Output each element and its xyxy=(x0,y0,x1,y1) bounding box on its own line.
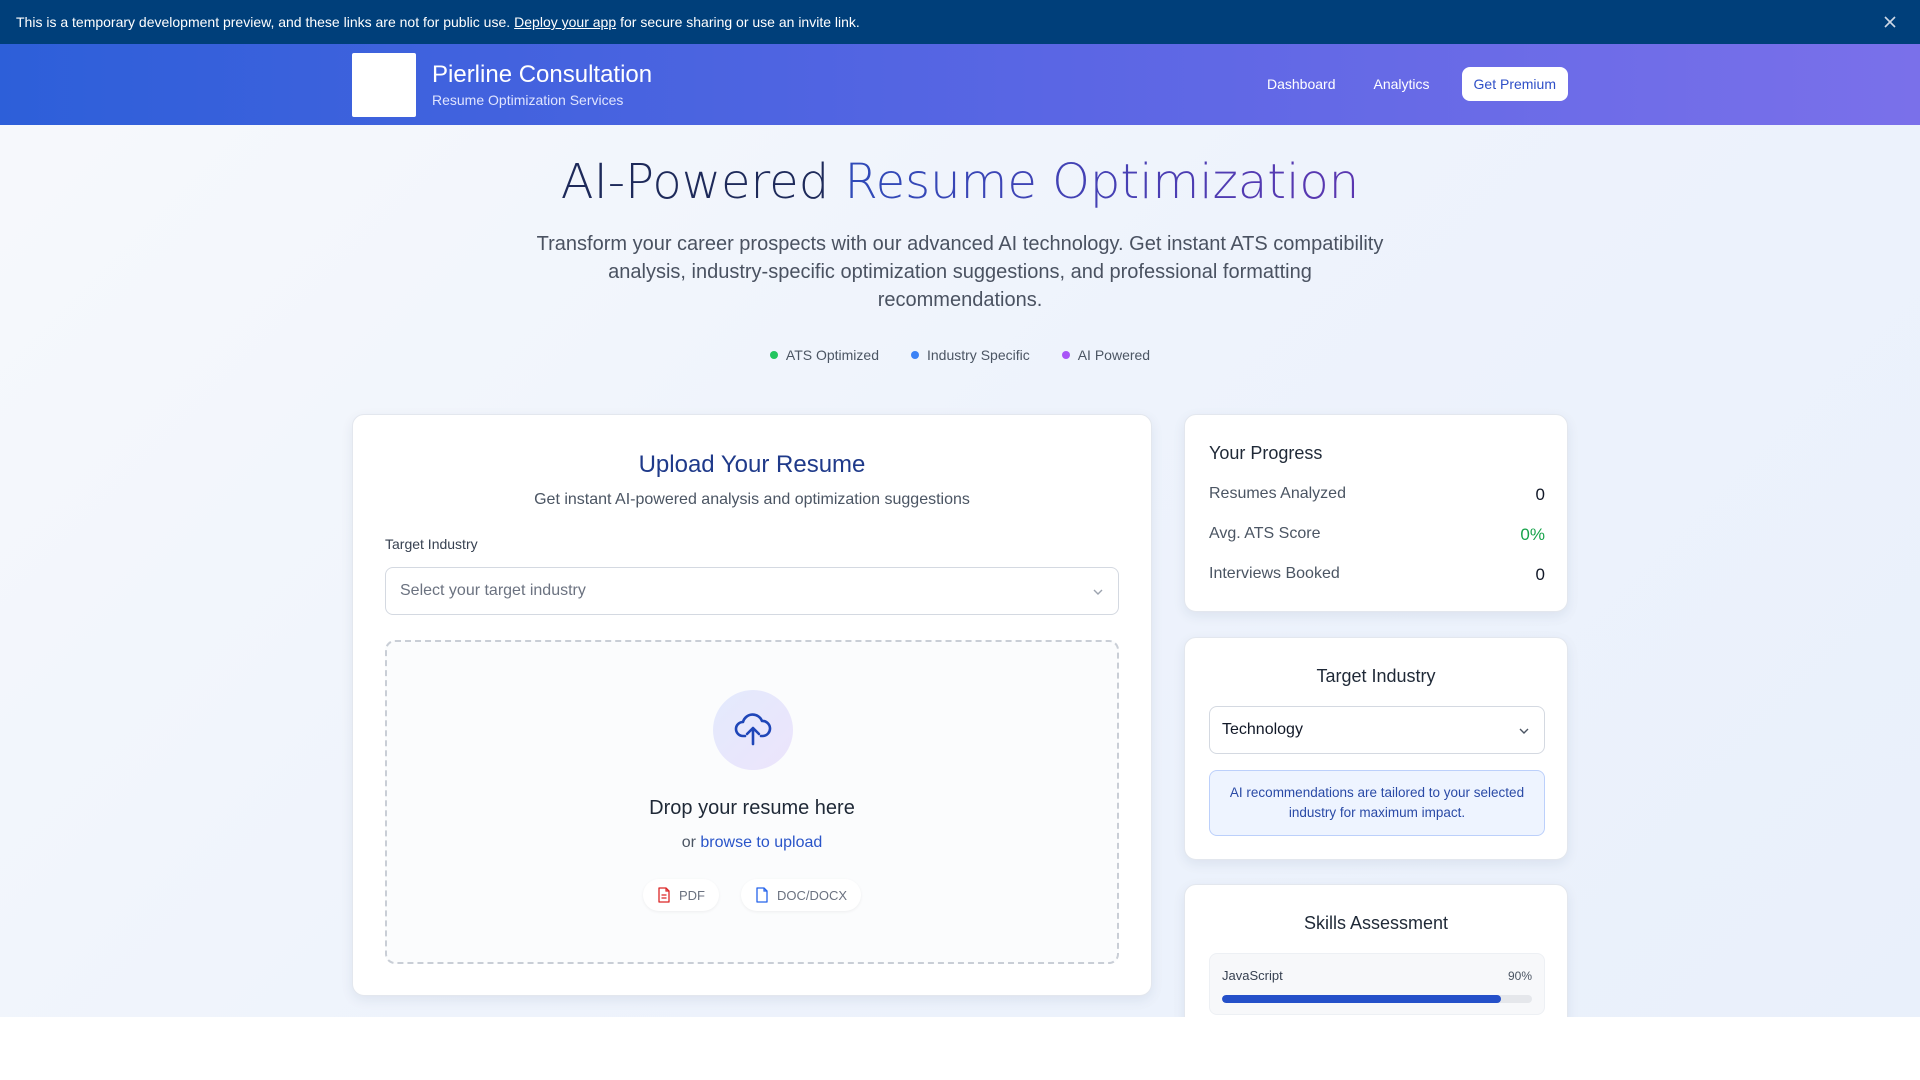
format-label: DOC/DOCX xyxy=(776,887,848,903)
stat-value: 0 xyxy=(1535,485,1545,504)
format-chip-pdf: PDF xyxy=(642,879,719,911)
hero-title: AI-Powered Resume Optimization xyxy=(0,154,1920,210)
hero-description: Transform your career prospects with our… xyxy=(536,233,1384,311)
or-text: or xyxy=(681,834,696,851)
upload-resume-card: Upload Your Resume Get instant AI-powere… xyxy=(352,414,1152,996)
stat-value: 0 xyxy=(1535,565,1545,584)
purple-dot-icon xyxy=(1061,351,1070,359)
industry-info-note: AI recommendations are tailored to your … xyxy=(1209,770,1545,836)
pdf-file-icon xyxy=(658,887,670,903)
get-premium-button[interactable]: Get Premium xyxy=(1461,67,1568,101)
progress-card: Your Progress Resumes Analyzed 0 Avg. AT… xyxy=(1184,414,1568,612)
drop-title: Drop your resume here xyxy=(649,797,855,819)
feature-ats-optimized: ATS Optimized xyxy=(769,347,879,363)
stat-label: Resumes Analyzed xyxy=(1209,485,1346,502)
hero-title-plain: AI-Powered xyxy=(560,154,845,210)
banner-text-after: for secure sharing or use an invite link… xyxy=(620,14,860,30)
accepted-formats: PDF DOC/DOCX xyxy=(387,879,1117,911)
skill-item-javascript: JavaScript 90% xyxy=(1209,953,1545,1015)
stat-value: 0% xyxy=(1520,525,1545,544)
skill-progress-fill xyxy=(1222,995,1501,1003)
close-banner-button[interactable] xyxy=(1880,12,1900,32)
stat-avg-ats-score: Avg. ATS Score 0% xyxy=(1209,525,1545,545)
target-industry-card: Target Industry Technology AI recommenda… xyxy=(1184,637,1568,860)
close-icon xyxy=(1884,16,1896,28)
upload-subtitle: Get instant AI-powered analysis and opti… xyxy=(534,491,970,508)
skills-title: Skills Assessment xyxy=(1303,913,1449,933)
green-dot-icon xyxy=(769,351,778,359)
target-industry-select[interactable]: Select your target industry xyxy=(385,567,1119,615)
cloud-upload-icon xyxy=(734,713,772,746)
chevron-down-icon xyxy=(1519,728,1529,734)
banner-text: This is a temporary development preview,… xyxy=(16,14,511,30)
blue-dot-icon xyxy=(911,351,919,359)
upload-icon-badge xyxy=(713,690,793,770)
deploy-app-link[interactable]: Deploy your app xyxy=(514,14,616,30)
dev-preview-banner: This is a temporary development preview,… xyxy=(0,0,1920,44)
skill-percent: 90% xyxy=(1507,969,1532,983)
drop-or-text: or browse to upload xyxy=(387,834,1117,852)
browse-upload-link[interactable]: browse to upload xyxy=(700,834,822,851)
format-chip-doc: DOC/DOCX xyxy=(740,879,862,911)
app-viewport: This is a temporary development preview,… xyxy=(0,0,1920,1017)
skills-assessment-card: Skills Assessment JavaScript 90% xyxy=(1184,884,1568,1017)
target-industry-title: Target Industry xyxy=(1316,666,1436,686)
progress-title: Your Progress xyxy=(1209,443,1323,463)
stat-interviews-booked: Interviews Booked 0 xyxy=(1209,565,1545,585)
chevron-down-icon xyxy=(1093,589,1103,595)
feature-label: AI Powered xyxy=(1077,347,1151,363)
brand-title: Pierline Consultation xyxy=(432,61,653,88)
feature-ai-powered: AI Powered xyxy=(1061,347,1151,363)
doc-file-icon xyxy=(756,887,768,903)
brand-subtitle: Resume Optimization Services xyxy=(432,92,624,108)
skill-progress-track xyxy=(1222,995,1532,1003)
skill-name: JavaScript xyxy=(1222,968,1283,983)
nav-dashboard-link[interactable]: Dashboard xyxy=(1255,68,1348,100)
industry-selected-value: Technology xyxy=(1222,721,1303,738)
target-industry-label: Target Industry xyxy=(385,536,478,552)
feature-label: Industry Specific xyxy=(927,347,1030,363)
industry-select-placeholder: Select your target industry xyxy=(400,582,586,599)
stat-label: Avg. ATS Score xyxy=(1209,525,1321,542)
format-label: PDF xyxy=(678,887,705,903)
nav-analytics-link[interactable]: Analytics xyxy=(1362,68,1442,100)
feature-industry-specific: Industry Specific xyxy=(911,347,1030,363)
brand-logo[interactable] xyxy=(352,53,416,117)
upload-title: Upload Your Resume xyxy=(638,451,866,478)
industry-select[interactable]: Technology xyxy=(1209,706,1545,754)
main-nav: Dashboard Analytics Get Premium xyxy=(1255,67,1568,101)
feature-label: ATS Optimized xyxy=(785,347,879,363)
stat-resumes-analyzed: Resumes Analyzed 0 xyxy=(1209,485,1545,505)
resume-dropzone[interactable]: Drop your resume here or browse to uploa… xyxy=(385,640,1119,964)
feature-pills: ATS Optimized Industry Specific AI Power… xyxy=(0,347,1920,363)
stat-label: Interviews Booked xyxy=(1209,565,1340,582)
hero-title-highlight: Resume Optimization xyxy=(844,154,1360,210)
top-header: Pierline Consultation Resume Optimizatio… xyxy=(0,44,1920,125)
